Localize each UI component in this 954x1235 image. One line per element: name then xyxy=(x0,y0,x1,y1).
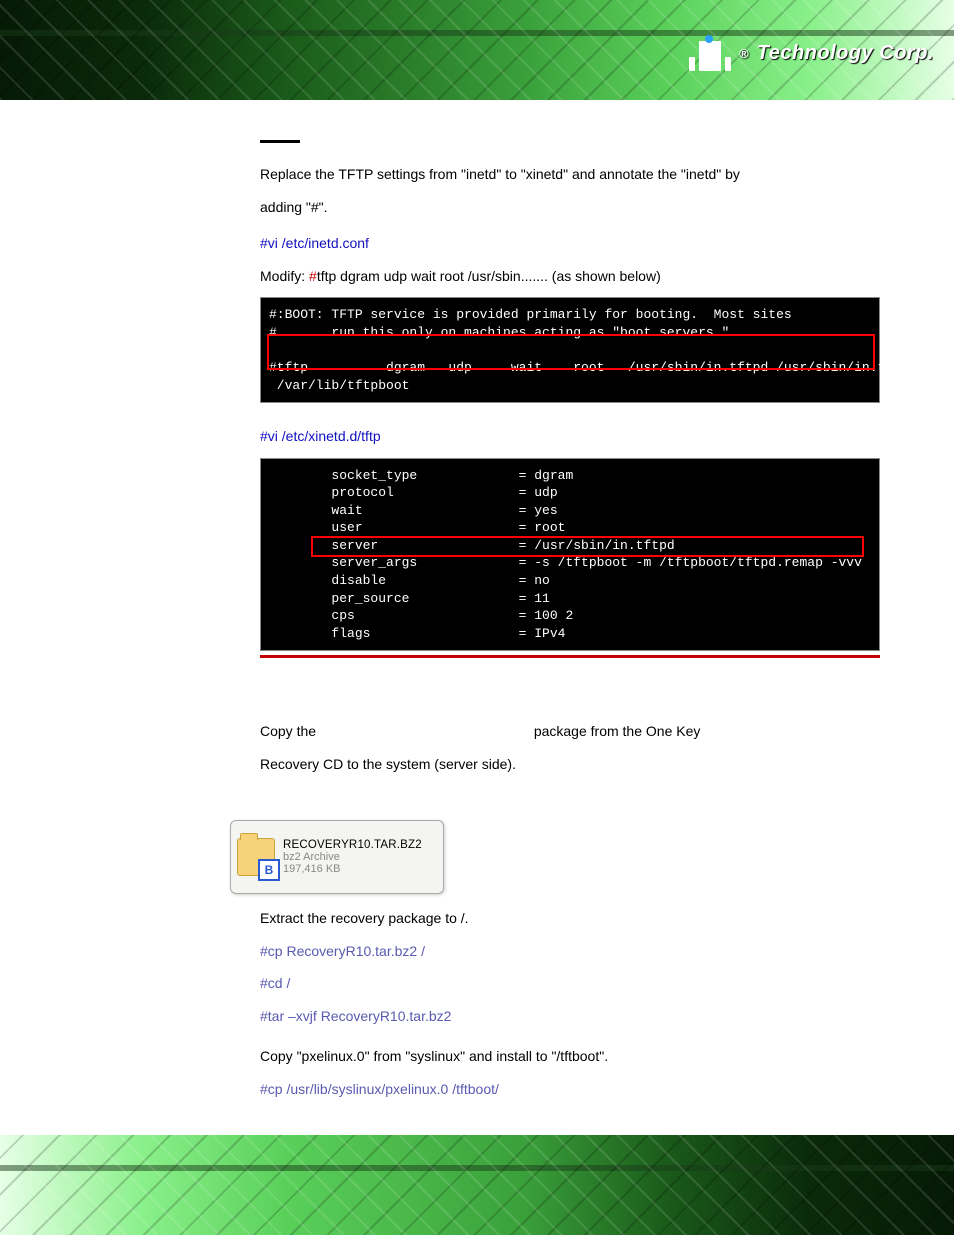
modify-prefix: Modify: xyxy=(260,268,309,284)
recovery-file-card: B RECOVERYR10.TAR.BZ2 bz2 Archive 197,41… xyxy=(230,820,444,894)
modify-line: Modify: #tftp dgram udp wait root /usr/s… xyxy=(260,263,880,290)
terminal-xinetd: socket_type = dgram protocol = udp wait … xyxy=(260,458,880,651)
copy-part2: package from the One Key xyxy=(534,723,701,739)
terminal-inetd: #:BOOT: TFTP service is provided primari… xyxy=(260,297,880,403)
command-cp-recovery: #cp RecoveryR10.tar.bz2 / xyxy=(260,938,880,965)
extract-intro: Extract the recovery package to /. xyxy=(260,905,880,932)
command-cp-pxelinux: #cp /usr/lib/syslinux/pxelinux.0 /tftboo… xyxy=(260,1076,880,1103)
copy-package-line1: Copy the package from the One Key xyxy=(260,718,880,745)
content-section-2: Extract the recovery package to /. #cp R… xyxy=(260,905,880,1109)
header-banner: ® Technology Corp. xyxy=(0,0,954,100)
registered-symbol: ® xyxy=(739,46,749,61)
file-metadata: RECOVERYR10.TAR.BZ2 bz2 Archive 197,416 … xyxy=(283,839,422,875)
modify-rest: tftp dgram udp wait root /usr/sbin......… xyxy=(317,268,661,284)
brand-logo-mark xyxy=(689,35,731,71)
command-tar-extract: #tar –xvjf RecoveryR10.tar.bz2 xyxy=(260,1003,880,1030)
file-size: 197,416 KB xyxy=(283,863,422,875)
footer-banner xyxy=(0,1135,954,1235)
section-divider xyxy=(260,140,300,143)
step-intro-line1: Replace the TFTP settings from "inetd" t… xyxy=(260,161,880,188)
footer-banner-texture xyxy=(0,1135,954,1235)
file-type: bz2 Archive xyxy=(283,851,422,863)
step-intro-line2: adding "#". xyxy=(260,194,880,221)
command-vi-inetd: #vi /etc/inetd.conf xyxy=(260,230,880,257)
command-vi-xinetd: #vi /etc/xinetd.d/tftp xyxy=(260,423,880,450)
brand-text: Technology Corp. xyxy=(757,42,934,65)
command-cd-root: #cd / xyxy=(260,970,880,997)
terminal-bottom-rule xyxy=(260,655,880,658)
brand-logo: ® Technology Corp. xyxy=(689,35,934,71)
archive-folder-icon: B xyxy=(237,838,275,876)
copy-pxelinux-intro: Copy "pxelinux.0" from "syslinux" and in… xyxy=(260,1043,880,1070)
modify-hash: # xyxy=(309,268,317,284)
terminal-xinetd-content: socket_type = dgram protocol = udp wait … xyxy=(261,459,879,650)
terminal-inetd-content: #:BOOT: TFTP service is provided primari… xyxy=(261,298,879,402)
archive-badge-icon: B xyxy=(258,859,280,881)
copy-part1: Copy the xyxy=(260,723,320,739)
content-section-1: Replace the TFTP settings from "inetd" t… xyxy=(260,140,880,783)
copy-package-line2: Recovery CD to the system (server side). xyxy=(260,751,880,778)
file-name: RECOVERYR10.TAR.BZ2 xyxy=(283,839,422,851)
